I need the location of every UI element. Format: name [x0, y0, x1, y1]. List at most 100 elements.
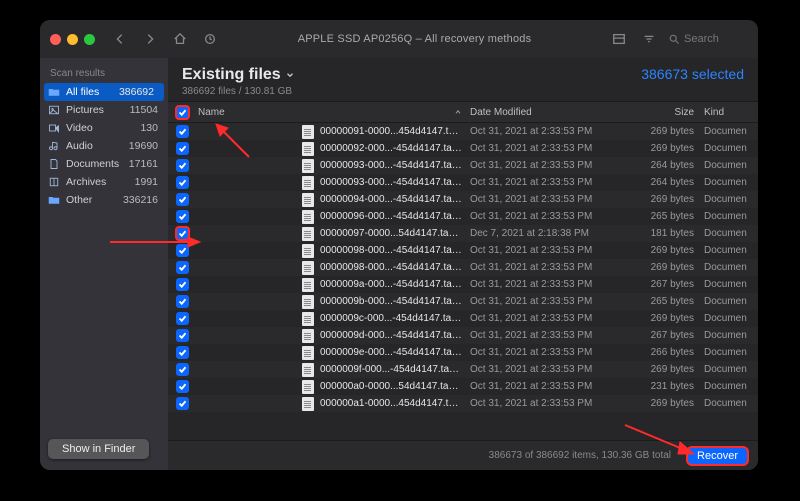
minimize-window[interactable]	[67, 34, 78, 45]
file-name: 000000a1-0000...454d4147.tagset	[320, 398, 464, 409]
sidebar-item-count: 130	[140, 122, 158, 134]
file-kind: Documen	[704, 347, 758, 358]
file-date: Oct 31, 2021 at 2:33:53 PM	[470, 262, 622, 273]
file-size: 269 bytes	[622, 364, 704, 375]
row-checkbox[interactable]	[176, 329, 189, 342]
row-checkbox[interactable]	[176, 142, 189, 155]
sidebar-item-archives[interactable]: Archives1991	[40, 173, 168, 191]
sidebar-item-count: 11504	[130, 104, 158, 116]
home-button[interactable]	[169, 29, 191, 49]
file-name: 00000098-000...-454d4147.tagset	[320, 262, 464, 273]
row-checkbox[interactable]	[176, 295, 189, 308]
file-icon	[302, 142, 314, 156]
table-row[interactable]: 00000093-000...-454d4147.tagsetOct 31, 2…	[168, 174, 758, 191]
sidebar-heading: Scan results	[40, 66, 168, 83]
file-kind: Documen	[704, 279, 758, 290]
row-checkbox[interactable]	[176, 397, 189, 410]
view-toggle-button[interactable]	[608, 29, 630, 49]
file-date: Oct 31, 2021 at 2:33:53 PM	[470, 279, 622, 290]
file-kind: Documen	[704, 364, 758, 375]
column-kind[interactable]: Kind	[704, 107, 758, 118]
file-date: Oct 31, 2021 at 2:33:53 PM	[470, 126, 622, 137]
search-icon	[668, 33, 680, 45]
window-title: APPLE SSD AP0256Q – All recovery methods	[229, 33, 600, 45]
table-row[interactable]: 00000092-000...-454d4147.tagsetOct 31, 2…	[168, 140, 758, 157]
file-size: 266 bytes	[622, 347, 704, 358]
row-checkbox[interactable]	[176, 227, 189, 240]
video-icon	[48, 122, 60, 134]
table-row[interactable]: 00000098-000...-454d4147.tagset Oct 31, 2…	[168, 259, 758, 276]
show-in-finder-button[interactable]: Show in Finder	[48, 439, 149, 459]
select-all-checkbox[interactable]	[176, 106, 189, 119]
file-date: Oct 31, 2021 at 2:33:53 PM	[470, 313, 622, 324]
table-row[interactable]: 00000097-0000...54d4147.tagsetDec 7, 202…	[168, 225, 758, 242]
sidebar-item-pictures[interactable]: Pictures 11504	[40, 101, 168, 119]
row-checkbox[interactable]	[176, 159, 189, 172]
file-name: 0000009c-000...-454d4147.tagset	[320, 313, 464, 324]
sidebar-item-documents[interactable]: Documents17161	[40, 155, 168, 173]
row-checkbox[interactable]	[176, 125, 189, 138]
file-date: Oct 31, 2021 at 2:33:53 PM	[470, 347, 622, 358]
file-list[interactable]: 00000091-0000...454d4147.tagsetOct 31, 2…	[168, 123, 758, 440]
file-icon	[302, 176, 314, 190]
file-date: Oct 31, 2021 at 2:33:53 PM	[470, 211, 622, 222]
column-size[interactable]: Size	[622, 107, 704, 118]
file-size: 269 bytes	[622, 313, 704, 324]
column-name[interactable]: Name	[196, 107, 470, 118]
table-row[interactable]: 0000009b-000...-454d4147.tagsetOct 31, 2…	[168, 293, 758, 310]
recover-button[interactable]: Recover	[687, 447, 748, 465]
table-row[interactable]: 00000093-000...-454d4147.tagsetOct 31, 2…	[168, 157, 758, 174]
sidebar-item-audio[interactable]: Audio19690	[40, 137, 168, 155]
table-row[interactable]: 00000098-000...-454d4147.tagsetOct 31, 2…	[168, 242, 758, 259]
sidebar-item-label: Pictures	[66, 104, 124, 116]
history-button[interactable]	[199, 29, 221, 49]
file-date: Oct 31, 2021 at 2:33:53 PM	[470, 381, 622, 392]
row-checkbox[interactable]	[176, 193, 189, 206]
table-row[interactable]: 0000009a-000...-454d4147.tagsetOct 31, 2…	[168, 276, 758, 293]
row-checkbox[interactable]	[176, 312, 189, 325]
table-row[interactable]: 000000a1-0000...454d4147.tagset Oct 31, 2…	[168, 395, 758, 412]
search-field[interactable]: Search	[668, 33, 748, 45]
column-date[interactable]: Date Modified	[470, 107, 622, 118]
table-row[interactable]: 00000091-0000...454d4147.tagsetOct 31, 2…	[168, 123, 758, 140]
table-row[interactable]: 0000009e-000...-454d4147.tagsetOct 31, 2…	[168, 344, 758, 361]
file-size: 269 bytes	[622, 262, 704, 273]
sidebar-item-video[interactable]: Video130	[40, 119, 168, 137]
file-kind: Documen	[704, 398, 758, 409]
row-checkbox[interactable]	[176, 210, 189, 223]
file-icon	[302, 363, 314, 377]
selected-count: 386673 selected	[641, 66, 744, 82]
zoom-window[interactable]	[84, 34, 95, 45]
row-checkbox[interactable]	[176, 261, 189, 274]
file-size: 269 bytes	[622, 245, 704, 256]
file-size: 265 bytes	[622, 296, 704, 307]
table-row[interactable]: 0000009d-000...-454d4147.tagsetOct 31, 2…	[168, 327, 758, 344]
row-checkbox[interactable]	[176, 244, 189, 257]
nav-back-button[interactable]	[109, 29, 131, 49]
file-date: Oct 31, 2021 at 2:33:53 PM	[470, 364, 622, 375]
row-checkbox[interactable]	[176, 380, 189, 393]
table-row[interactable]: 0000009f-000...-454d4147.tagsetOct 31, 2…	[168, 361, 758, 378]
row-checkbox[interactable]	[176, 176, 189, 189]
table-row[interactable]: 0000009c-000...-454d4147.tagset Oct 31, 2…	[168, 310, 758, 327]
row-checkbox[interactable]	[176, 278, 189, 291]
row-checkbox[interactable]	[176, 346, 189, 359]
main-heading[interactable]: Existing files	[182, 66, 295, 84]
file-icon	[302, 295, 314, 309]
row-checkbox[interactable]	[176, 363, 189, 376]
file-size: 267 bytes	[622, 330, 704, 341]
file-date: Oct 31, 2021 at 2:33:53 PM	[470, 398, 622, 409]
filter-button[interactable]	[638, 29, 660, 49]
sort-asc-icon	[454, 108, 462, 116]
nav-forward-button[interactable]	[139, 29, 161, 49]
table-row[interactable]: 00000096-000...-454d4147.tagsetOct 31, 2…	[168, 208, 758, 225]
table-row[interactable]: 00000094-000...-454d4147.tagsetOct 31, 2…	[168, 191, 758, 208]
sidebar-item-other[interactable]: Other336216	[40, 191, 168, 209]
file-kind: Documen	[704, 330, 758, 341]
sidebar-item-all-files[interactable]: All files386692	[44, 83, 164, 101]
sidebar-item-label: Audio	[66, 140, 123, 152]
close-window[interactable]	[50, 34, 61, 45]
file-name: 00000098-000...-454d4147.tagset	[320, 245, 464, 256]
file-icon	[302, 329, 314, 343]
table-row[interactable]: 000000a0-0000...54d4147.tagsetOct 31, 20…	[168, 378, 758, 395]
